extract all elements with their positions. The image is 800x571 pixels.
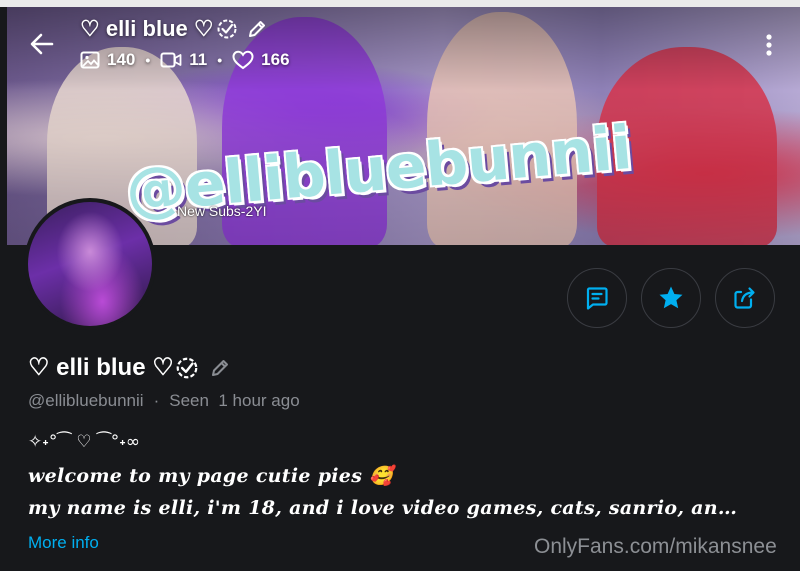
watermark: OnlyFans.com/mikansnee bbox=[534, 535, 777, 558]
stat-videos: 11 bbox=[160, 50, 207, 70]
favorite-button[interactable] bbox=[641, 268, 701, 328]
profile-name: ♡ elli blue ♡ bbox=[28, 353, 231, 382]
stat-photos-count: 140 bbox=[107, 50, 136, 69]
bio-decoration: ✧˖°⁀ ♡ ⁀°˖∞ bbox=[28, 432, 141, 452]
last-seen: Seen 1 hour ago bbox=[169, 391, 300, 410]
meta-separator: · bbox=[153, 391, 160, 410]
avatar[interactable] bbox=[24, 198, 156, 330]
profile-handle: @ellibluebunnii bbox=[28, 391, 144, 410]
cover-sub-text: New Subs-2YI bbox=[177, 203, 267, 219]
share-icon bbox=[734, 287, 755, 309]
edit-pencil-icon[interactable] bbox=[209, 357, 231, 379]
star-icon bbox=[659, 286, 683, 309]
verified-badge-icon bbox=[176, 357, 198, 378]
more-options-button[interactable] bbox=[756, 30, 782, 60]
bio-line: welcome to my page cutie pies 🥰 bbox=[28, 465, 394, 487]
stat-likes-count: 166 bbox=[261, 50, 290, 69]
message-icon bbox=[586, 287, 608, 310]
more-info-link[interactable]: More info bbox=[28, 533, 99, 553]
share-button[interactable] bbox=[715, 268, 775, 328]
edit-pencil-icon[interactable] bbox=[246, 18, 268, 40]
stat-separator: • bbox=[217, 52, 223, 68]
verified-badge-icon bbox=[217, 19, 237, 39]
image-icon bbox=[80, 51, 100, 69]
stat-likes: 166 bbox=[232, 50, 290, 70]
header-name-text: ♡ elli blue ♡ bbox=[80, 16, 214, 41]
avatar-image bbox=[28, 202, 152, 326]
header-stats: 140 • 11 • 166 bbox=[80, 50, 290, 70]
stat-photos: 140 bbox=[80, 50, 135, 70]
video-icon bbox=[160, 52, 182, 68]
arrow-left-icon bbox=[30, 33, 54, 55]
heart-icon bbox=[232, 50, 254, 70]
bio-line: my name is elli, i'm 18, and i love vide… bbox=[28, 497, 738, 519]
top-strip bbox=[0, 0, 800, 7]
back-button[interactable] bbox=[27, 29, 57, 59]
stat-videos-count: 11 bbox=[189, 50, 208, 69]
profile-name-text: ♡ elli blue ♡ bbox=[28, 354, 174, 381]
profile-meta: @ellibluebunnii · Seen 1 hour ago bbox=[28, 391, 300, 411]
stat-separator: • bbox=[145, 52, 151, 68]
message-button[interactable] bbox=[567, 268, 627, 328]
header-title: ♡ elli blue ♡ bbox=[80, 16, 268, 42]
kebab-menu-icon bbox=[766, 34, 772, 56]
